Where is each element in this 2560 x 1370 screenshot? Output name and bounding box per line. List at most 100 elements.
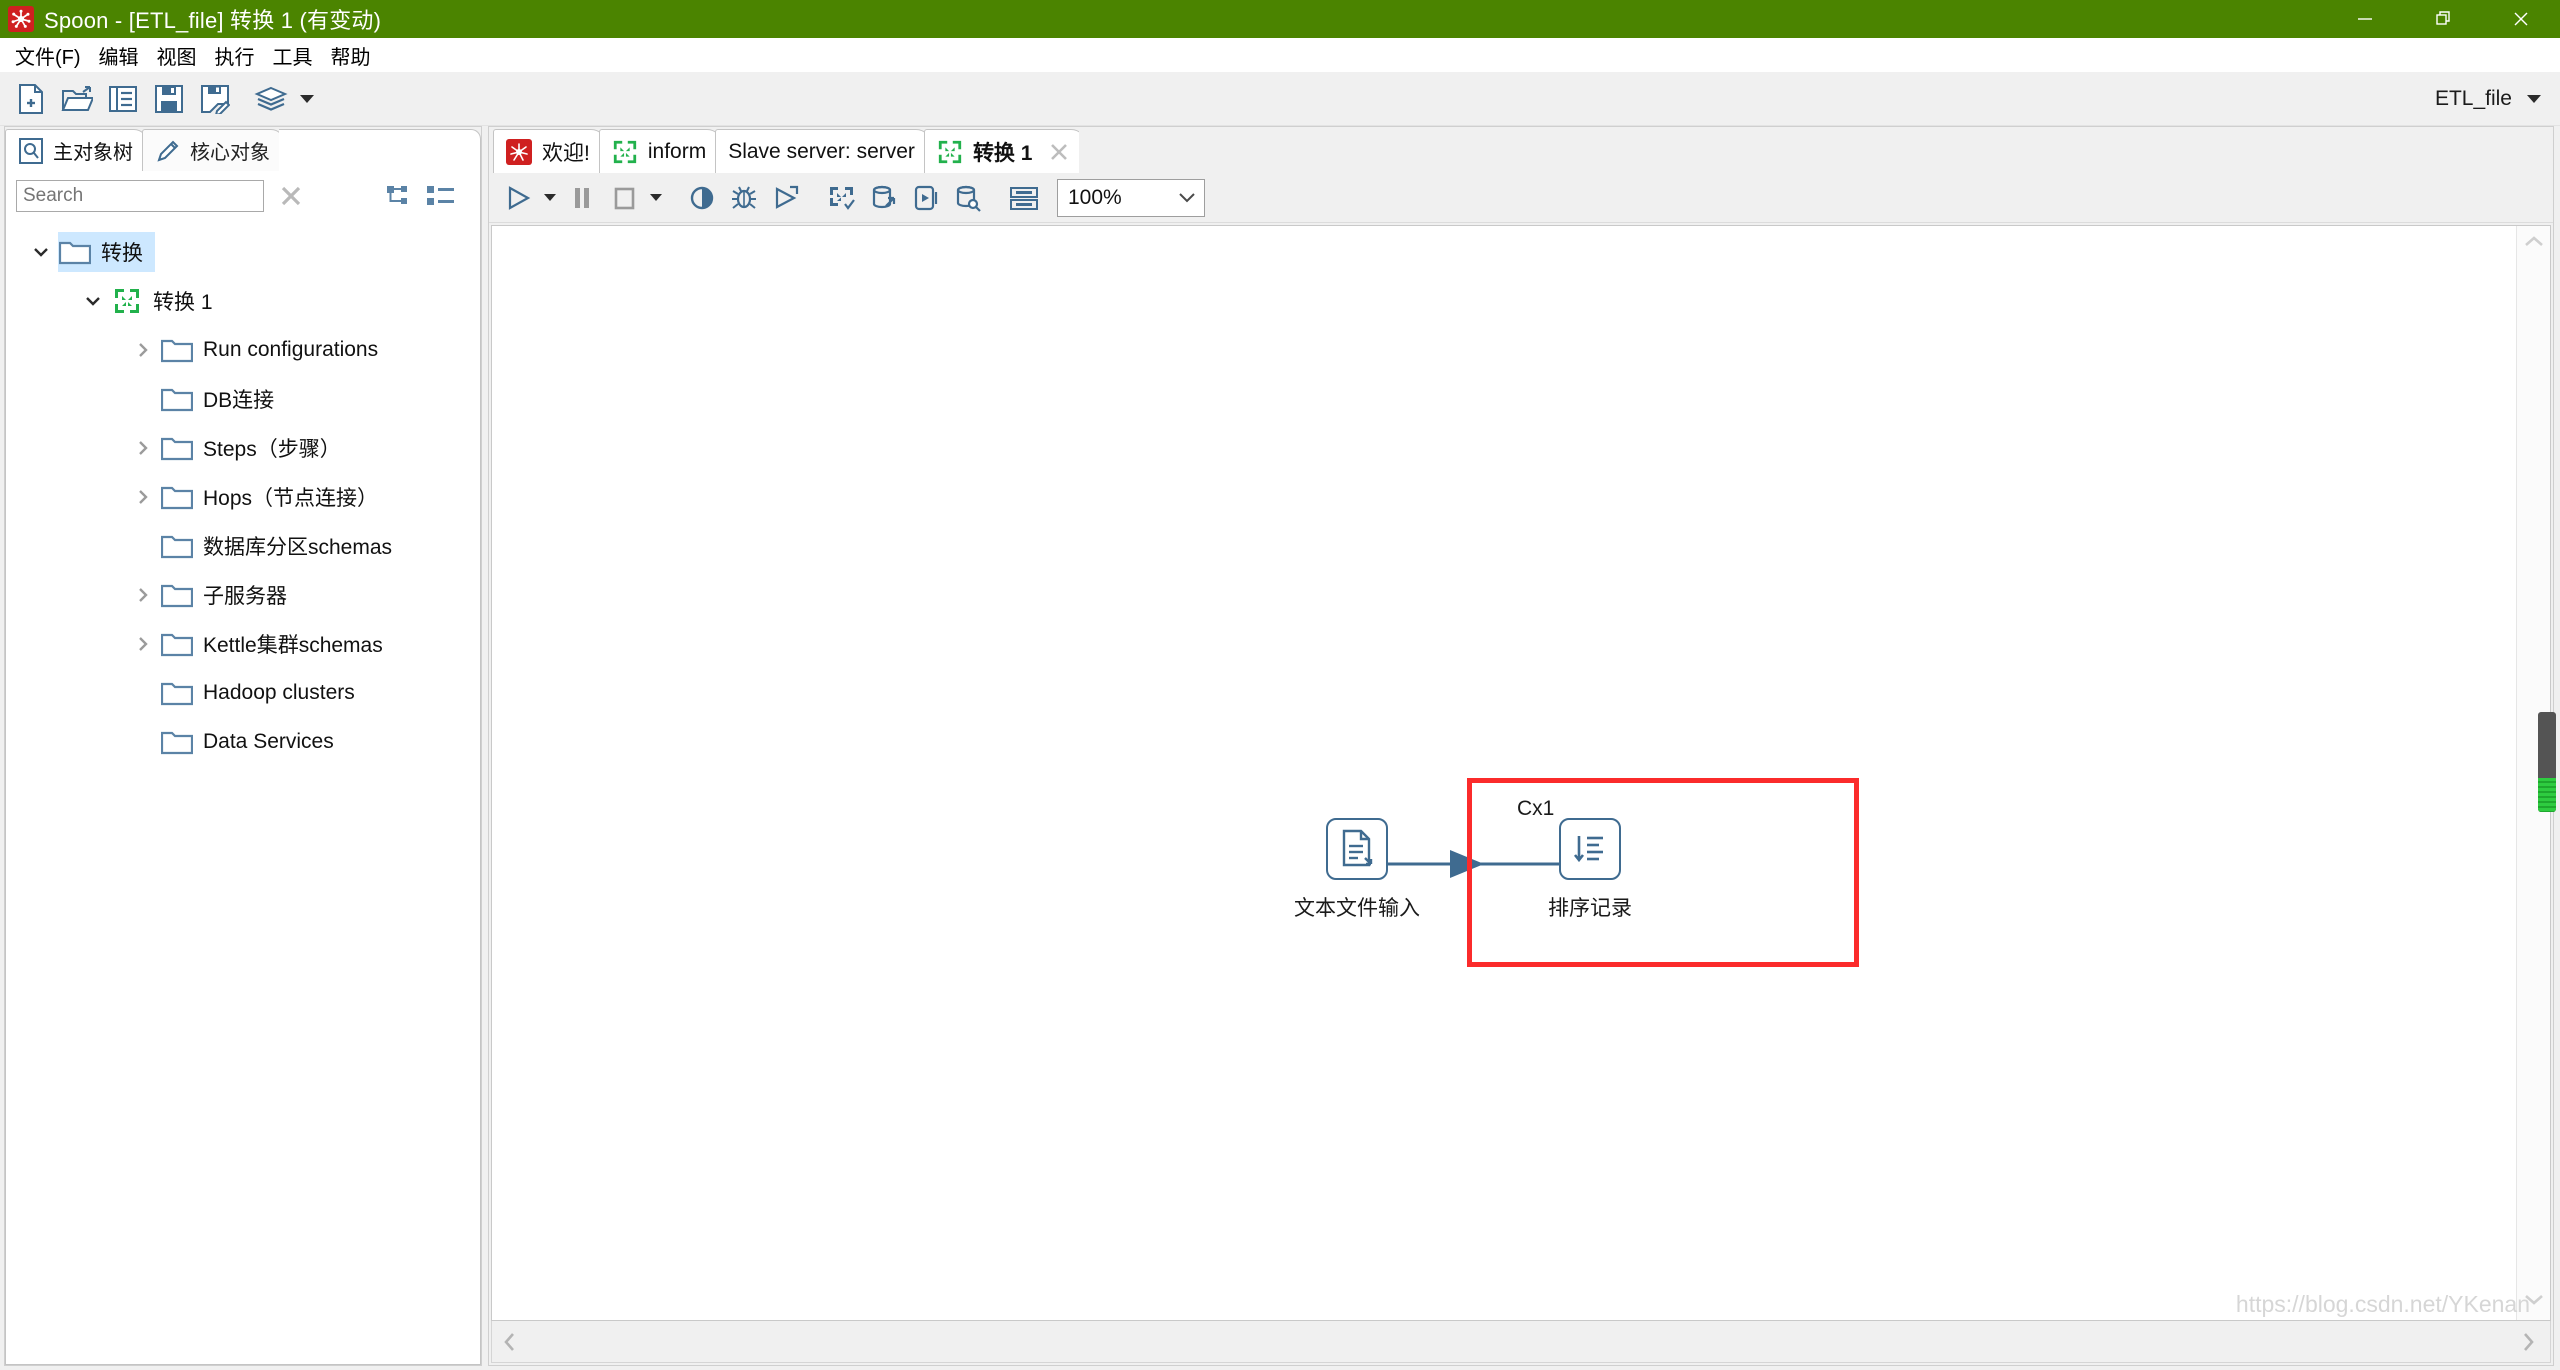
new-file-icon	[19, 83, 43, 114]
transformation-canvas[interactable]: Cx1 文本文件输入 排序记录 https://blog.csdn.net/YK…	[491, 225, 2551, 1321]
search-input[interactable]	[16, 180, 264, 212]
tree-item-label: 转换 1	[153, 290, 213, 314]
tree-item-steps[interactable]: Steps（步骤）	[6, 423, 480, 472]
tree-item-partition-schemas[interactable]: 数据库分区schemas	[6, 521, 480, 570]
save-button[interactable]	[146, 77, 192, 121]
pause-button[interactable]	[561, 176, 603, 220]
folder-icon	[160, 619, 194, 668]
minimize-button[interactable]	[2326, 0, 2404, 38]
zoom-level-select[interactable]: 100%	[1057, 178, 1205, 217]
stop-button[interactable]	[603, 176, 645, 220]
editor-tabstrip: 欢迎! inform Slave server: server 转换 1	[489, 127, 2553, 173]
twisty-expanded-icon[interactable]	[76, 276, 110, 325]
twisty-collapsed-icon[interactable]	[126, 619, 160, 668]
step-sort-rows[interactable]: 排序记录	[1548, 818, 1632, 922]
tab-main-object-tree-label: 主对象树	[53, 142, 133, 164]
tree-item-transformation-1[interactable]: 转换 1	[6, 276, 480, 325]
explore-repository-button[interactable]	[100, 77, 146, 121]
tab-transformation-1[interactable]: 转换 1	[923, 129, 1088, 173]
tree-item-hops[interactable]: Hops（节点连接）	[6, 472, 480, 521]
run-options-caret[interactable]	[539, 176, 561, 220]
maximize-button[interactable]	[2404, 0, 2482, 38]
tab-welcome[interactable]: 欢迎!	[493, 129, 607, 173]
scroll-up-button[interactable]	[2522, 234, 2546, 255]
collapse-tree-button[interactable]	[426, 183, 456, 209]
stop-icon	[614, 187, 635, 209]
pencil-icon	[157, 140, 179, 162]
twisty-collapsed-icon[interactable]	[126, 472, 160, 521]
preview-circle-icon	[690, 186, 714, 209]
editor-tabstrip-filler	[1079, 129, 2553, 173]
menu-edit[interactable]: 编辑	[90, 38, 148, 73]
generate-sql-button[interactable]	[905, 176, 947, 220]
replay-play-icon	[775, 185, 799, 209]
tree-item-data-services[interactable]: Data Services	[6, 717, 480, 766]
save-as-button[interactable]	[192, 77, 238, 121]
perspective-selector[interactable]: ETL_file	[2435, 72, 2542, 126]
tree-item-label: 转换	[101, 241, 143, 265]
tree-item-db-connections[interactable]: DB连接	[6, 374, 480, 423]
spoon-window: Spoon - [ETL_file] 转换 1 (有变动) 文件(F) 编辑 视…	[0, 0, 2560, 1370]
folder-icon	[160, 325, 194, 374]
menu-tools[interactable]: 工具	[264, 38, 322, 73]
twisty-expanded-icon[interactable]	[24, 227, 58, 276]
scroll-down-button[interactable]	[2522, 1291, 2546, 1312]
close-button[interactable]	[2482, 0, 2560, 38]
scroll-left-button[interactable]	[492, 1331, 528, 1353]
new-file-button[interactable]	[8, 77, 54, 121]
tree-item-run-configurations[interactable]: Run configurations	[6, 325, 480, 374]
explorer-tabstrip: 主对象树 核心对象	[5, 127, 481, 171]
menu-run[interactable]: 执行	[206, 38, 264, 73]
canvas-toolbar: 100%	[489, 173, 2553, 223]
tab-inform[interactable]: inform	[598, 129, 724, 173]
explore-database-button[interactable]	[947, 176, 989, 220]
debug-button[interactable]	[723, 176, 765, 220]
verify-transformation-button[interactable]	[821, 176, 863, 220]
preview-button[interactable]	[681, 176, 723, 220]
folder-icon	[160, 717, 194, 766]
analyze-impact-button[interactable]	[863, 176, 905, 220]
menu-view[interactable]: 视图	[148, 38, 206, 73]
tree-item-slave-servers[interactable]: 子服务器	[6, 570, 480, 619]
object-tree[interactable]: 转换 转换 1 Run configurations DB连接 Steps（步骤…	[5, 221, 481, 1365]
open-folder-icon	[61, 85, 93, 111]
transformation-check-icon	[830, 186, 855, 210]
tree-item-label: DB连接	[203, 388, 275, 412]
tab-slave-server[interactable]: Slave server: server	[715, 129, 932, 173]
menu-file[interactable]: 文件(F)	[6, 38, 90, 73]
perspective-dropdown-caret[interactable]	[294, 77, 320, 121]
editor-panel: 欢迎! inform Slave server: server 转换 1 100…	[488, 126, 2554, 1366]
run-button[interactable]	[497, 176, 539, 220]
tree-item-label: Steps（步骤）	[203, 437, 341, 461]
layers-icon	[254, 86, 288, 111]
sort-rows-icon	[1559, 818, 1621, 880]
tab-core-objects[interactable]: 核心对象	[142, 129, 285, 171]
perspective-layers-button[interactable]	[248, 77, 294, 121]
scroll-right-button[interactable]	[2510, 1331, 2546, 1353]
twisty-collapsed-icon[interactable]	[126, 325, 160, 374]
expand-tree-button[interactable]	[386, 183, 412, 209]
tree-item-label: Hadoop clusters	[203, 680, 355, 704]
chevron-down-icon	[2527, 95, 2541, 103]
stop-options-caret[interactable]	[645, 176, 667, 220]
spoon-logo-icon	[506, 138, 532, 165]
twisty-collapsed-icon[interactable]	[126, 423, 160, 472]
tree-item-transformations[interactable]: 转换	[6, 227, 480, 276]
tab-close-button[interactable]	[1048, 141, 1070, 163]
chevron-down-icon	[650, 194, 662, 201]
canvas-horizontal-scrollbar[interactable]	[491, 1321, 2551, 1363]
twisty-collapsed-icon[interactable]	[126, 570, 160, 619]
tree-item-hadoop-clusters[interactable]: Hadoop clusters	[6, 668, 480, 717]
tab-main-object-tree[interactable]: 主对象树	[5, 129, 148, 171]
replay-button[interactable]	[765, 176, 807, 220]
open-file-button[interactable]	[54, 77, 100, 121]
folder-icon	[58, 227, 92, 276]
menu-help[interactable]: 帮助	[322, 38, 380, 73]
spoon-logo-icon	[8, 6, 34, 32]
step-text-file-input[interactable]: 文本文件输入	[1294, 818, 1420, 922]
show-grid-button[interactable]	[1003, 176, 1045, 220]
canvas-vertical-scrollbar[interactable]	[2516, 226, 2550, 1320]
main-toolbar: ETL_file	[0, 72, 2560, 126]
clear-search-button[interactable]	[274, 183, 308, 209]
tree-item-cluster-schemas[interactable]: Kettle集群schemas	[6, 619, 480, 668]
